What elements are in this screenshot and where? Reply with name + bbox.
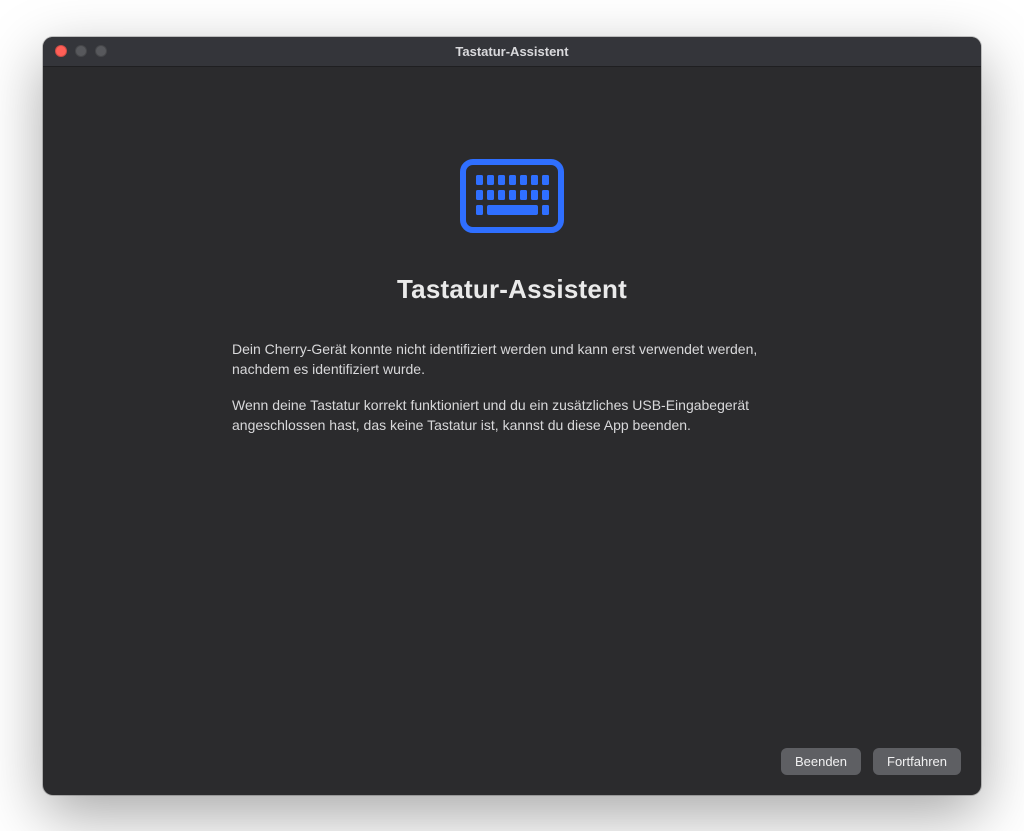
continue-button[interactable]: Fortfahren <box>873 748 961 775</box>
maximize-window-button[interactable] <box>95 45 107 57</box>
quit-button[interactable]: Beenden <box>781 748 861 775</box>
content-area: Tastatur-Assistent Dein Cherry-Gerät kon… <box>43 67 981 795</box>
titlebar: Tastatur-Assistent <box>43 37 981 67</box>
traffic-lights <box>43 45 107 57</box>
close-window-button[interactable] <box>55 45 67 57</box>
keyboard-icon <box>460 159 564 238</box>
footer-buttons: Beenden Fortfahren <box>781 748 961 775</box>
body-text: Dein Cherry-Gerät konnte nicht identifiz… <box>232 339 792 452</box>
page-heading: Tastatur-Assistent <box>397 274 627 305</box>
window-title: Tastatur-Assistent <box>43 44 981 59</box>
paragraph-2: Wenn deine Tastatur korrekt funktioniert… <box>232 395 792 436</box>
paragraph-1: Dein Cherry-Gerät konnte nicht identifiz… <box>232 339 792 380</box>
assistant-window: Tastatur-Assistent <box>43 37 981 795</box>
minimize-window-button[interactable] <box>75 45 87 57</box>
